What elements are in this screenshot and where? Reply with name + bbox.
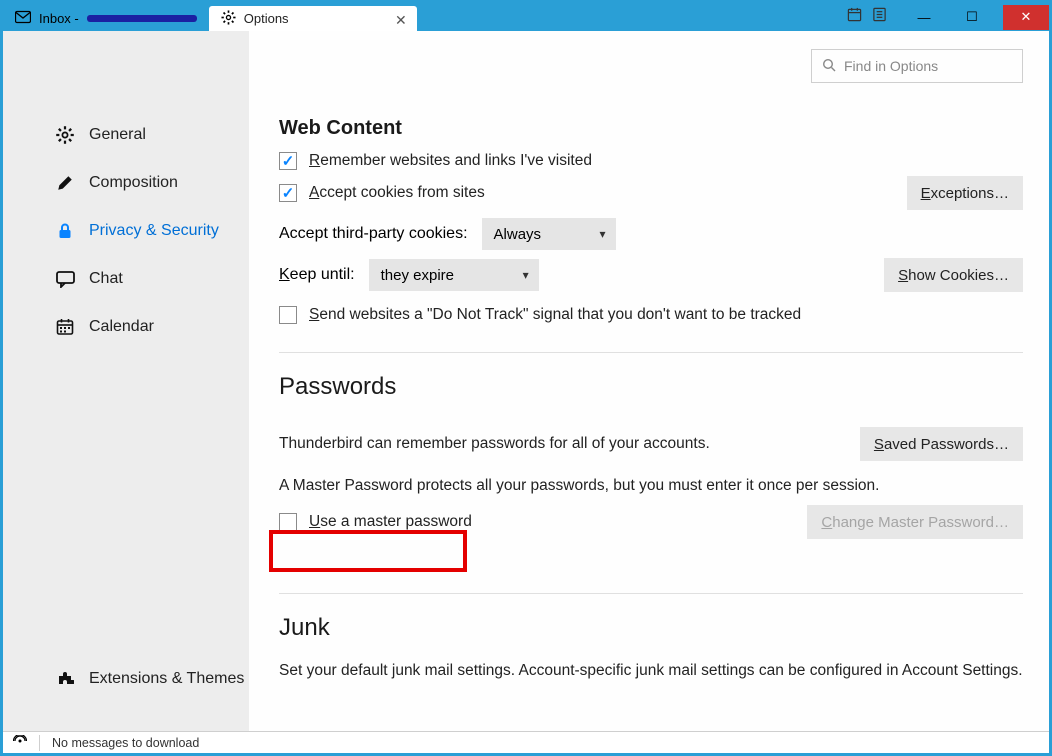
minimize-button[interactable]: — xyxy=(907,5,941,30)
checkbox-dnt[interactable] xyxy=(279,306,297,324)
redacted-email xyxy=(87,15,197,22)
divider xyxy=(279,593,1023,594)
sidebar-label: Calendar xyxy=(89,318,154,336)
use-master-label: se a master password xyxy=(320,513,472,530)
tasks-mini-icon[interactable] xyxy=(872,7,887,27)
checkbox-remember[interactable] xyxy=(279,152,297,170)
close-tab-icon[interactable]: ✕ xyxy=(395,12,407,29)
sidebar-label: General xyxy=(89,126,146,144)
sidebar-item-general[interactable]: General xyxy=(3,111,249,159)
third-party-select[interactable]: Always xyxy=(482,218,616,250)
sidebar-item-calendar[interactable]: Calendar xyxy=(3,303,249,351)
sidebar-label: Chat xyxy=(89,270,123,288)
saved-passwords-button[interactable]: Saved Passwords… xyxy=(860,427,1023,461)
dnt-row[interactable]: Send websites a "Do Not Track" signal th… xyxy=(279,306,1023,324)
change-master-button: Change Master Password… xyxy=(807,505,1023,539)
checkbox-accept-cookies[interactable] xyxy=(279,184,297,202)
calendar-mini-icon[interactable] xyxy=(847,7,862,27)
chat-icon xyxy=(55,271,75,288)
sidebar-item-privacy[interactable]: Privacy & Security xyxy=(3,207,249,255)
lock-icon xyxy=(55,222,75,240)
maximize-button[interactable]: ☐ xyxy=(955,5,989,30)
sidebar-item-chat[interactable]: Chat xyxy=(3,255,249,303)
tab-options-label: Options xyxy=(244,11,289,26)
statusbar: No messages to download xyxy=(3,731,1049,753)
sidebar: General Composition Privacy & Security C… xyxy=(3,31,249,731)
activity-icon xyxy=(13,735,27,750)
titlebar: Inbox - Options ✕ — ☐ ✕ xyxy=(3,3,1049,31)
section-junk: Junk xyxy=(279,614,1023,642)
divider xyxy=(279,352,1023,353)
show-cookies-button[interactable]: Show Cookies… xyxy=(884,258,1023,292)
keep-until-label: eep until: xyxy=(290,266,355,283)
status-message: No messages to download xyxy=(52,736,199,750)
section-web-content: Web Content xyxy=(279,117,1023,140)
junk-desc: Set your default junk mail settings. Acc… xyxy=(279,662,1023,680)
remember-label: emember websites and links I've visited xyxy=(320,152,592,169)
remember-websites-row[interactable]: Remember websites and links I've visited xyxy=(279,152,1023,170)
sidebar-label: Composition xyxy=(89,174,178,192)
sidebar-item-composition[interactable]: Composition xyxy=(3,159,249,207)
tab-inbox-label: Inbox - xyxy=(39,11,79,26)
search-placeholder: Find in Options xyxy=(844,58,938,74)
sidebar-item-extensions[interactable]: Extensions & Themes xyxy=(3,655,249,703)
master-desc: A Master Password protects all your pass… xyxy=(279,477,879,495)
passwords-desc: Thunderbird can remember passwords for a… xyxy=(279,435,710,453)
puzzle-icon xyxy=(55,670,75,688)
gear-icon xyxy=(55,126,75,144)
gear-icon xyxy=(221,10,236,28)
dnt-label: end websites a "Do Not Track" signal tha… xyxy=(319,306,801,323)
section-passwords: Passwords xyxy=(279,373,1023,401)
exceptions-button[interactable]: Exceptions… xyxy=(907,176,1023,210)
mail-icon xyxy=(15,10,31,27)
calendar-icon xyxy=(55,318,75,336)
tab-options[interactable]: Options ✕ xyxy=(209,6,417,31)
pencil-icon xyxy=(55,174,75,192)
third-party-label: Accept third-party cookies: xyxy=(279,225,468,243)
tab-inbox[interactable]: Inbox - xyxy=(3,6,209,31)
sidebar-label: Extensions & Themes xyxy=(89,670,244,688)
window-close-button[interactable]: ✕ xyxy=(1003,5,1049,30)
checkbox-master-password[interactable] xyxy=(279,513,297,531)
search-input[interactable]: Find in Options xyxy=(811,49,1023,83)
keep-until-select[interactable]: they expire xyxy=(369,259,539,291)
accept-cookies-label: ccept cookies from sites xyxy=(319,184,484,201)
sidebar-label: Privacy & Security xyxy=(89,222,219,240)
search-icon xyxy=(822,58,836,75)
